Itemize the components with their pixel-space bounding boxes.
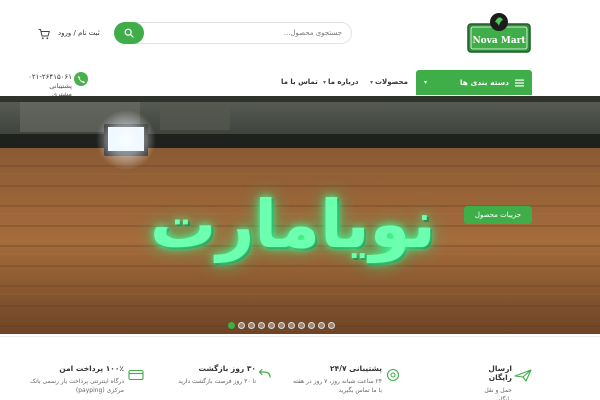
categories-label: دسته بندی ها	[459, 78, 509, 87]
login-link[interactable]: ورود	[58, 29, 71, 37]
nav-item-contact-label: تماس با ما	[281, 78, 318, 86]
slider-dot[interactable]	[328, 322, 335, 329]
feature-desc: ۲۴ ساعت شبانه روز، ۷ روز در هفته با ما ت…	[292, 378, 382, 394]
slider-dot[interactable]	[268, 322, 275, 329]
nav-item-about-label: درباره ما	[328, 78, 359, 86]
nav-item-products-label: محصولات	[375, 78, 408, 86]
chevron-down-icon: ▾	[424, 79, 428, 86]
search-icon	[124, 28, 134, 38]
signup-link[interactable]: ثبت نام	[78, 29, 100, 37]
feature-title: پشتیبانی ۲۴/۷	[330, 364, 382, 373]
feature-title: ۱۰۰٪ پرداخت امن	[59, 364, 124, 373]
feature-desc: درگاه اینترنتی پرداخت یار رسمی بانک مرکز…	[30, 378, 124, 394]
auth-links: ثبت نام / ورود	[58, 29, 100, 37]
slider-dot[interactable]	[308, 322, 315, 329]
slider-dot[interactable]	[278, 322, 285, 329]
customer-support: ۰۲۱-۲۶۴۱۵۰۶۱ پشتیبانی مشتری	[28, 73, 72, 98]
slider-dot[interactable]	[248, 322, 255, 329]
categories-button[interactable]: دسته بندی ها ▾	[416, 70, 532, 95]
credit-card-icon	[128, 369, 144, 381]
chevron-down-icon: ▾	[323, 79, 327, 86]
feature-desc: حمل و نقل رایگان	[484, 387, 512, 400]
feature-secure-payment: ۱۰۰٪ پرداخت امن درگاه اینترنتی پرداخت یا…	[30, 364, 124, 395]
feature-support: پشتیبانی ۲۴/۷ ۲۴ ساعت شبانه روز، ۷ روز د…	[288, 364, 382, 395]
search-button[interactable]	[114, 22, 144, 44]
chevron-down-icon: ▾	[370, 79, 374, 86]
nav-item-about[interactable]: درباره ما▾	[323, 78, 358, 86]
nav-item-contact[interactable]: تماس با ما	[281, 78, 318, 86]
feature-desc: تا ۳۰ روز فرصت بازگشت دارید	[178, 378, 256, 385]
slider-dot[interactable]	[288, 322, 295, 329]
slider-dot[interactable]	[318, 322, 325, 329]
return-arrow-icon	[258, 368, 271, 378]
nova-mart-logo[interactable]: Nova Mart	[467, 12, 531, 54]
search-input[interactable]	[148, 22, 346, 44]
feature-free-shipping: ارسال رایگان حمل و نقل رایگان	[470, 364, 512, 400]
feature-title: ۳۰ روز بازگشت	[198, 364, 256, 373]
menu-icon	[515, 79, 524, 86]
nav-item-products[interactable]: محصولات▾	[370, 78, 408, 86]
slider-dot[interactable]	[298, 322, 305, 329]
slider-dot[interactable]	[258, 322, 265, 329]
slider-dot[interactable]	[238, 322, 245, 329]
phone-icon	[74, 72, 88, 86]
feature-title: ارسال رایگان	[488, 364, 512, 382]
store-sign-text: نویامارت	[150, 186, 436, 263]
auth-separator: /	[73, 29, 76, 37]
support-24-icon	[386, 368, 400, 382]
slider-dot[interactable]	[228, 322, 235, 329]
slider-dots	[228, 322, 335, 330]
feature-returns: ۳۰ روز بازگشت تا ۳۰ روز فرصت بازگشت داری…	[172, 364, 256, 386]
product-details-button[interactable]: جزییات محصول	[464, 206, 532, 224]
svg-text:Nova Mart: Nova Mart	[472, 36, 526, 46]
cart-icon[interactable]	[38, 28, 50, 40]
airplane-icon	[514, 369, 532, 382]
support-phone[interactable]: ۰۲۱-۲۶۴۱۵۰۶۱	[28, 73, 72, 81]
